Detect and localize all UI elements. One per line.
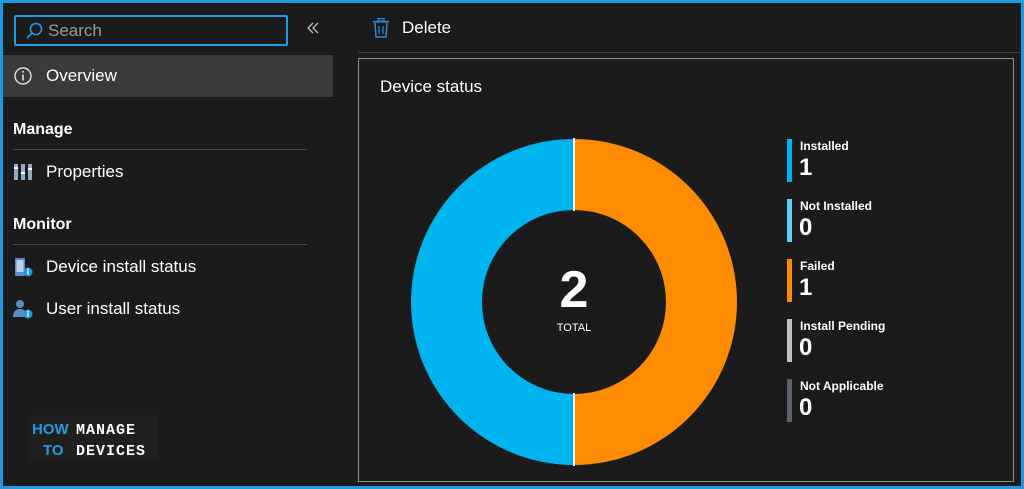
logo-text-how: HOW — [32, 421, 70, 438]
delete-button-label: Delete — [402, 17, 452, 37]
trash-icon — [373, 17, 389, 38]
section-title-monitor: Monitor — [13, 216, 72, 233]
legend-name: Installed — [800, 139, 849, 153]
sidebar: Overview Manage Properties Monitor Devic… — [3, 3, 335, 486]
sidebar-item-label: Device install status — [46, 257, 197, 276]
sidebar-item-overview[interactable]: Overview — [3, 55, 333, 97]
info-icon — [14, 67, 32, 85]
legend-item-installed[interactable]: Installed 1 — [787, 137, 987, 185]
total-label: TOTAL — [556, 322, 592, 334]
device-status-card: Device status 2 TOTAL Installed 1 Not Inst… — [358, 58, 1014, 482]
toolbar: Delete — [358, 3, 1020, 53]
legend-value: 1 — [799, 274, 813, 301]
section-title-manage: Manage — [13, 121, 73, 138]
card-title: Device status — [380, 77, 483, 96]
sidebar-item-label: Overview — [46, 66, 117, 85]
logo-text-to: TO — [43, 442, 64, 459]
sidebar-item-user-install-status[interactable]: User install status — [3, 291, 333, 327]
legend-color-bar — [787, 379, 792, 422]
legend-value: 1 — [799, 154, 813, 181]
legend-color-bar — [787, 199, 792, 242]
legend-value: 0 — [799, 334, 813, 361]
user-status-icon — [13, 300, 33, 319]
legend-color-bar — [787, 259, 792, 302]
legend-value: 0 — [799, 394, 813, 421]
legend-color-bar — [787, 319, 792, 362]
legend-item-install-pending[interactable]: Install Pending 0 — [787, 317, 987, 365]
howtomanagedevices-logo: HOW MANAGE TO DEVICES — [28, 415, 158, 461]
legend-item-failed[interactable]: Failed 1 — [787, 257, 987, 305]
legend-color-bar — [787, 139, 792, 182]
legend-name: Failed — [800, 259, 835, 273]
total-count: 2 — [559, 261, 589, 319]
properties-icon — [14, 164, 32, 180]
legend-item-not-installed[interactable]: Not Installed 0 — [787, 197, 987, 245]
logo-text-devices: DEVICES — [76, 443, 146, 460]
legend-value: 0 — [799, 214, 813, 241]
legend-name: Install Pending — [800, 319, 886, 333]
sidebar-item-label: User install status — [46, 299, 181, 318]
sidebar-item-label: Properties — [46, 162, 124, 181]
double-chevron-left-icon — [307, 22, 319, 34]
search-box[interactable] — [14, 15, 288, 46]
divider — [13, 244, 307, 245]
sidebar-item-device-install-status[interactable]: Device install status — [3, 249, 333, 285]
collapse-sidebar-button[interactable] — [303, 20, 323, 40]
legend-item-not-applicable[interactable]: Not Applicable 0 — [787, 377, 987, 425]
device-status-icon — [15, 258, 33, 277]
search-input[interactable] — [48, 20, 268, 41]
legend-name: Not Applicable — [800, 379, 884, 393]
divider — [13, 149, 307, 150]
sidebar-item-properties[interactable]: Properties — [3, 154, 333, 190]
search-icon — [26, 22, 43, 39]
delete-button[interactable]: Delete — [358, 17, 452, 38]
legend-name: Not Installed — [800, 199, 873, 213]
logo-text-manage: MANAGE — [76, 422, 136, 439]
